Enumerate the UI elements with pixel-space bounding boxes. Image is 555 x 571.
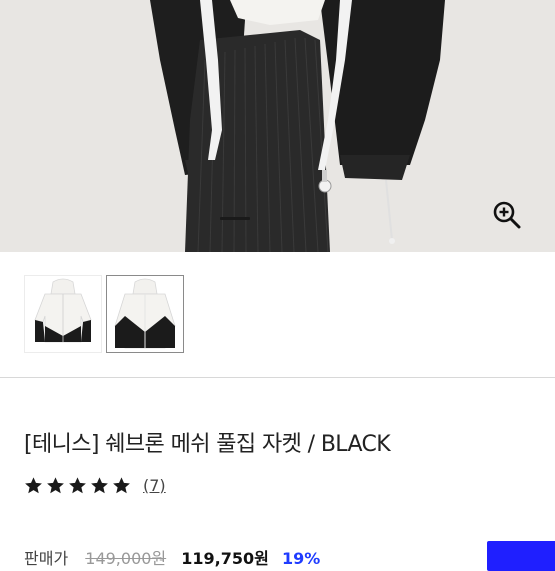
zoom-in-icon xyxy=(493,201,521,229)
thumbnail-2[interactable] xyxy=(106,275,184,353)
buy-button[interactable] xyxy=(487,541,555,571)
star-icon xyxy=(25,476,42,493)
sale-price: 119,750원 xyxy=(181,549,269,568)
price-label: 판매가 xyxy=(24,549,69,568)
product-main-image[interactable] xyxy=(0,0,555,252)
thumbnail-gallery xyxy=(0,252,555,378)
section-divider xyxy=(0,377,555,378)
product-title: [테니스] 쉐브론 메쉬 풀집 자켓 / BLACK xyxy=(24,432,391,457)
thumbnail-2-image xyxy=(107,276,183,352)
thumbnail-1[interactable] xyxy=(24,275,102,353)
jacket-photo xyxy=(0,0,555,252)
original-price: 149,000원 xyxy=(85,549,167,568)
product-rating: (7) xyxy=(24,474,166,496)
discount-rate: 19% xyxy=(281,549,321,568)
review-count-link[interactable]: (7) xyxy=(143,476,166,495)
star-icon xyxy=(113,476,130,493)
slide-indicator xyxy=(220,217,250,220)
price-row: 판매가 149,000원 119,750원 19% xyxy=(24,545,555,568)
star-icon xyxy=(69,476,86,493)
zoom-button[interactable] xyxy=(490,198,524,232)
star-icon xyxy=(91,476,108,493)
rating-stars xyxy=(24,476,131,495)
star-icon xyxy=(47,476,64,493)
thumbnail-1-image xyxy=(25,276,101,352)
